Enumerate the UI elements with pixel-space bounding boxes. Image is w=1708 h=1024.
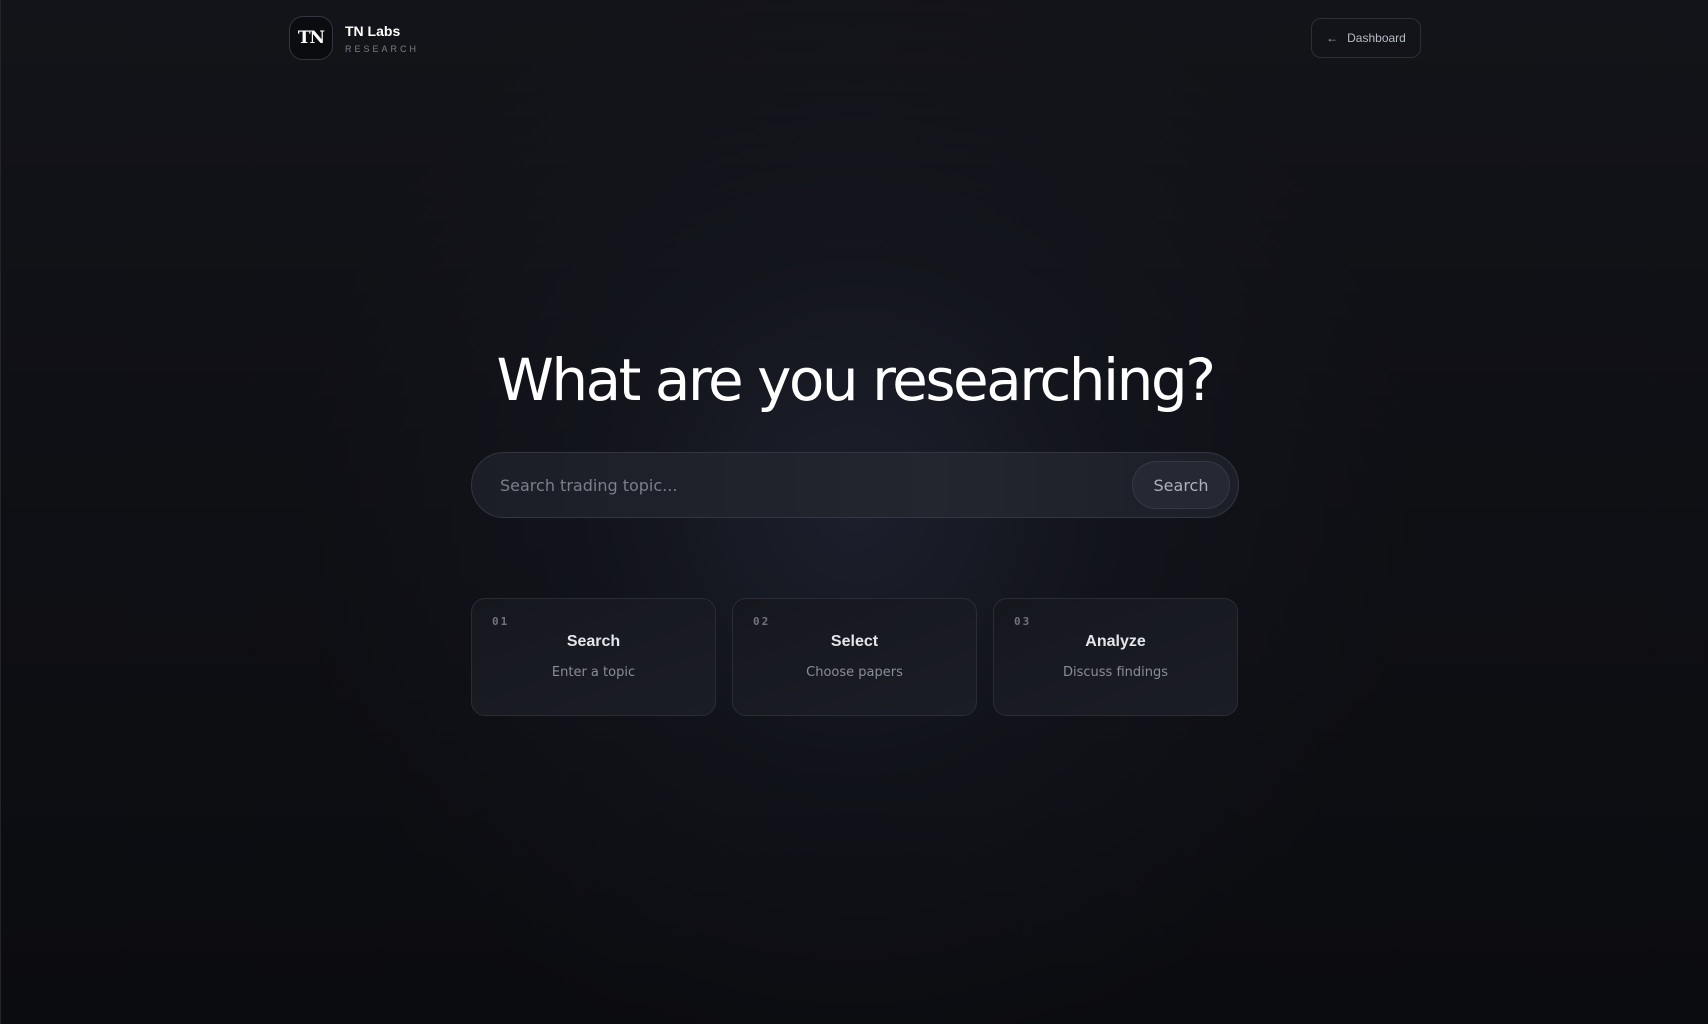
step-title: Search	[566, 633, 621, 650]
arrow-left-icon: ←	[1326, 31, 1339, 45]
step-number: 03	[1014, 615, 1032, 628]
step-title: Select	[830, 633, 879, 650]
dashboard-button-label: Dashboard	[1347, 31, 1406, 45]
step-description: Discuss findings	[1062, 665, 1168, 680]
top-header: TN TN Labs RESEARCH ← Dashboard	[1, 0, 1708, 78]
steps-row: 01 Search Enter a topic 02 Select Choose…	[471, 598, 1239, 716]
logo-badge: TN	[289, 16, 333, 60]
search-button[interactable]: Search	[1132, 461, 1230, 509]
step-number: 01	[492, 615, 510, 628]
brand-subtitle: RESEARCH	[345, 44, 420, 54]
step-number: 02	[753, 615, 771, 628]
step-description: Enter a topic	[551, 665, 636, 680]
step-card-select: 02 Select Choose papers	[732, 598, 977, 716]
dashboard-button[interactable]: ← Dashboard	[1311, 18, 1421, 58]
search-input[interactable]	[500, 453, 1140, 517]
page-title: What are you researching?	[496, 346, 1216, 414]
step-card-search: 01 Search Enter a topic	[471, 598, 716, 716]
step-card-analyze: 03 Analyze Discuss findings	[993, 598, 1238, 716]
brand[interactable]: TN TN Labs RESEARCH	[289, 16, 419, 60]
research-page: TN TN Labs RESEARCH ← Dashboard What are…	[0, 0, 1708, 1024]
brand-name: TN Labs	[345, 23, 401, 39]
brand-text: TN Labs RESEARCH	[345, 22, 419, 54]
step-description: Choose papers	[806, 665, 903, 680]
search-bar: Search	[471, 452, 1239, 518]
step-title: Analyze	[1085, 633, 1146, 650]
